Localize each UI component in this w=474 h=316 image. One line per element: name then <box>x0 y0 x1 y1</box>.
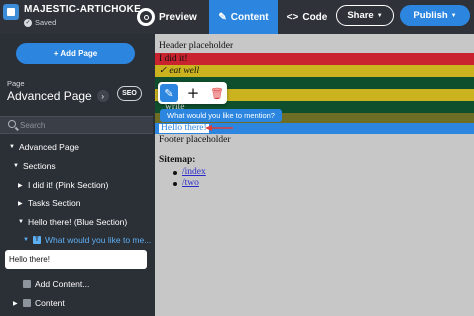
caret-down-icon[interactable]: ▼ <box>23 237 29 243</box>
caret-right-icon[interactable]: ▶ <box>18 182 24 189</box>
check-icon: ✓ <box>24 18 32 27</box>
share-label: Share <box>347 10 374 21</box>
content-type-icon <box>23 299 31 307</box>
tab-content-label: Content <box>230 11 269 23</box>
pencil-icon: ✎ <box>218 11 227 23</box>
add-icon[interactable]: + <box>184 84 202 102</box>
tree-item-label: Sections <box>23 161 56 171</box>
header-placeholder: Header placeholder <box>159 41 234 51</box>
tree-item-mention-text[interactable]: ▼ T What would you like to me... <box>23 233 151 247</box>
page-label: Page <box>7 79 25 88</box>
tree-item-label: Content <box>35 298 65 308</box>
tree-item-label: Advanced Page <box>19 142 80 152</box>
caret-right-icon[interactable]: ▶ <box>18 200 24 207</box>
footer-placeholder: Footer placeholder <box>159 135 231 145</box>
tree-item-label: I did it! (Pink Section) <box>28 180 109 190</box>
caret-down-icon[interactable]: ▼ <box>18 219 24 225</box>
text-value-field[interactable]: Hello there! <box>5 250 147 269</box>
gear-icon[interactable] <box>137 8 155 26</box>
tree-item-advanced-page[interactable]: ▼ Advanced Page <box>9 140 79 154</box>
add-content-item[interactable]: Add Content... <box>13 277 89 291</box>
caret-down-icon[interactable]: ▼ <box>13 163 19 169</box>
caret-down-icon[interactable]: ▼ <box>9 144 15 150</box>
tree-item-content[interactable]: ▶ Content <box>13 296 65 310</box>
tab-preview[interactable]: Preview <box>137 0 209 34</box>
content-canvas: Header placeholder I did it! ✓ eat well … <box>155 34 474 316</box>
chevron-right-icon[interactable]: › <box>96 90 109 102</box>
page-selector[interactable]: Advanced Page › <box>7 89 109 103</box>
top-bar: MAJESTIC-ARTICHOKE ✓ Saved Preview ✎ Con… <box>0 0 474 34</box>
hello-text-selected[interactable]: Hello there! <box>158 123 210 134</box>
sitemap-list: /index /two <box>173 167 206 189</box>
search-input[interactable] <box>20 119 146 132</box>
tree-item-label: Add Content... <box>35 279 90 289</box>
tab-content[interactable]: ✎ Content <box>209 0 278 34</box>
field-tooltip: What would you like to mention? <box>160 109 282 122</box>
tree-item-pink-section[interactable]: ▶ I did it! (Pink Section) <box>18 178 108 192</box>
trash-icon[interactable]: 🗑 <box>208 84 226 102</box>
saved-label: Saved <box>35 18 57 27</box>
pink-section[interactable]: I did it! <box>155 53 474 65</box>
tree-item-label: What would you like to me... <box>45 235 152 245</box>
chevron-down-icon: ▼ <box>450 12 457 19</box>
tree-item-blue-section[interactable]: ▼ Hello there! (Blue Section) <box>18 215 127 229</box>
tree-item-label: Tasks Section <box>28 198 81 208</box>
add-page-button[interactable]: + Add Page <box>16 43 135 64</box>
publish-label: Publish <box>413 10 448 21</box>
text-type-icon: T <box>33 236 41 244</box>
arrow-left-icon <box>205 125 233 131</box>
task-text: ✓ eat well <box>159 66 200 76</box>
element-toolbar: ✎ + 🗑 <box>158 82 227 104</box>
sitemap-heading: Sitemap: <box>159 155 196 165</box>
tab-preview-label: Preview <box>159 11 197 23</box>
site-name: MAJESTIC-ARTICHOKE <box>24 4 141 15</box>
sitemap-link-index[interactable]: /index <box>182 167 206 178</box>
page-name: Advanced Page <box>7 89 92 103</box>
search-bar <box>0 116 153 134</box>
sidebar: + Add Page Page Advanced Page › SEO ▼ Ad… <box>0 34 153 316</box>
tree-item-sections[interactable]: ▼ Sections <box>13 159 56 173</box>
save-status: ✓ Saved <box>24 18 56 27</box>
search-icon <box>8 120 16 128</box>
tab-code-label: Code <box>302 11 328 23</box>
tree-item-tasks-section[interactable]: ▶ Tasks Section <box>18 196 80 210</box>
seo-button[interactable]: SEO <box>117 86 142 101</box>
share-button[interactable]: Share ▼ <box>336 5 394 26</box>
tree-item-label: Hello there! (Blue Section) <box>28 217 128 227</box>
app-logo-icon[interactable] <box>3 4 19 20</box>
chevron-down-icon: ▼ <box>376 12 383 19</box>
tasks-section-row[interactable]: ✓ eat well <box>155 65 474 77</box>
code-icon: <> <box>286 11 299 23</box>
tab-code[interactable]: <> Code <box>283 0 331 34</box>
caret-right-icon[interactable]: ▶ <box>13 300 19 307</box>
publish-button[interactable]: Publish ▼ <box>400 5 470 26</box>
list-item: /two <box>173 178 206 189</box>
content-type-icon <box>23 280 31 288</box>
sitemap-link-two[interactable]: /two <box>182 178 199 189</box>
pink-section-text: I did it! <box>159 54 188 64</box>
list-item: /index <box>173 167 206 178</box>
edit-pencil-icon[interactable]: ✎ <box>160 84 178 102</box>
